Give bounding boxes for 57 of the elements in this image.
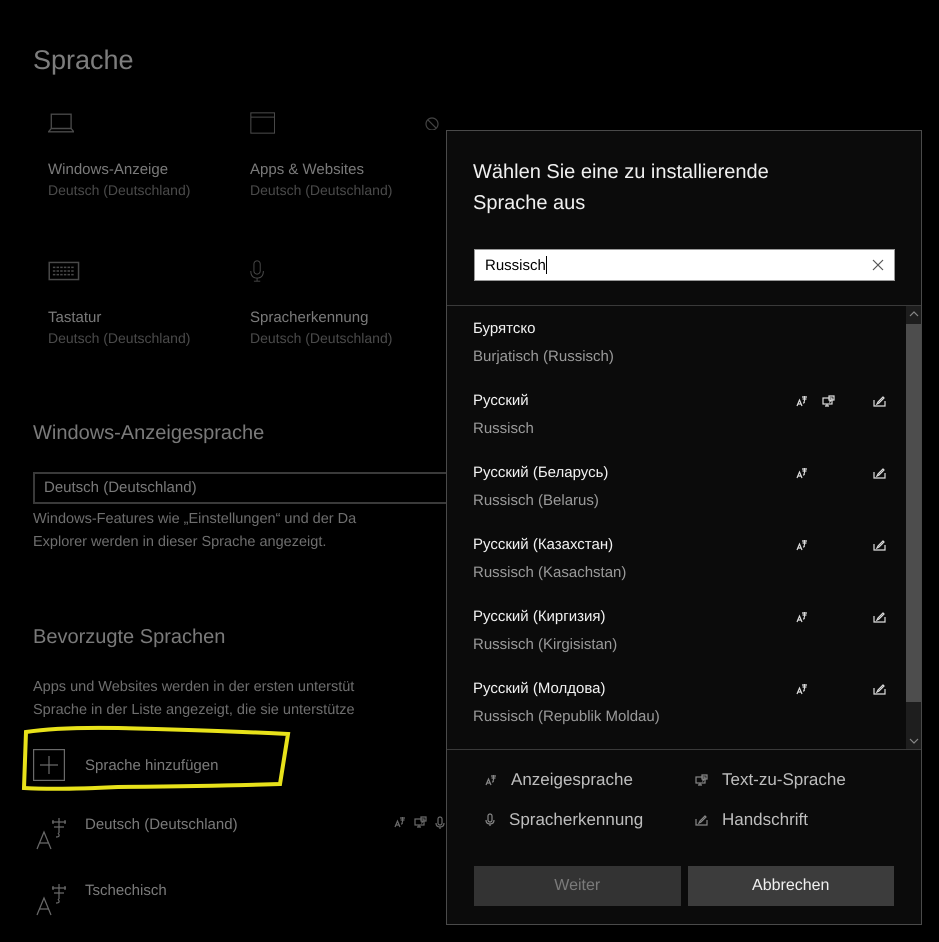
language-subtitle: Russisch (Republik Moldau) [473,707,661,727]
browser-window-icon [250,112,276,134]
tile-value: Deutsch (Deutschland) [48,181,190,200]
language-subtitle: Russisch (Belarus) [473,491,600,511]
section-heading: Windows-Anzeigesprache [33,421,266,446]
cancel-button[interactable]: Abbrechen [688,866,894,906]
language-name: Русский (Беларусь) [473,463,610,483]
language-icon [35,816,67,850]
legend-label: Handschrift [722,810,808,830]
laptop-icon [48,112,74,134]
language-name: Русский [473,391,530,411]
language-subtitle: Russisch (Kirgisistan) [473,635,618,655]
language-option[interactable]: Русский (Казахстан) Russisch (Kasachstan) [447,533,906,605]
close-icon [872,259,884,271]
chevron-up-icon [908,310,918,318]
language-option[interactable]: Русский (Молдова) Russisch (Republik Moldau) [447,677,906,749]
monitor-speech-icon [695,774,708,786]
language-name: Русский (Молдова) [473,679,606,699]
language-subtitle: Russisch (Kasachstan) [473,563,628,583]
tile-label[interactable]: Windows-Anzeige [48,160,168,180]
description-text: Sprache in der Liste angezeigt, die sie unterstütze [33,701,356,720]
tile-value: Deutsch (Deutschland) [250,181,392,200]
dialog-title: Wählen Sie eine zu installierende Sprache aus [472,160,770,216]
language-item[interactable]: Deutsch (Deutschland) [33,800,445,866]
description-text: Apps und Websites werden in der ersten unterstüt [33,678,356,697]
chevron-down-icon [908,737,918,745]
language-option[interactable]: Русский (Киргизия) Russisch (Kirgisistan) [447,605,906,677]
tile-label[interactable]: Tastatur [48,308,102,328]
microphone-icon [250,260,264,282]
language-subtitle: Burjatisch (Russisch) [473,347,615,367]
language-name: Русский (Казахстан) [473,535,614,555]
section-heading: Bevorzugte Sprachen [33,625,226,650]
page-title: Sprache [33,44,135,76]
language-subtitle: Russisch [473,419,535,439]
plus-icon [33,749,65,781]
microphone-icon [485,813,495,827]
tile-label[interactable]: Apps & Websites [250,160,364,180]
language-icon [485,774,497,786]
language-icon [35,882,67,916]
description-text: Explorer werden in dieser Sprache angezeigt. [33,533,328,552]
language-name: Русский (Киргизия) [473,607,607,627]
language-item[interactable]: Tschechisch [33,866,445,932]
language-option[interactable]: Русский Russisch [447,389,906,461]
legend-label: Spracherkennung [509,810,644,830]
language-name: Deutsch (Deutschland) [85,816,238,833]
language-option[interactable]: Бурятско Burjatisch (Russisch) [447,317,906,389]
tile-value: Deutsch (Deutschland) [250,329,392,348]
search-field[interactable]: Russisch [474,249,895,281]
description-text: Windows-Features wie „Einstellungen“ und der Da [33,510,358,529]
legend-label: Anzeigesprache [511,770,633,790]
tile-label[interactable]: Spracherkennung [250,308,368,328]
legend-label: Text-zu-Sprache [722,770,846,790]
language-name: Бурятско [473,319,536,339]
language-name: Tschechisch [85,882,167,899]
keyboard-icon [48,260,80,282]
tile-value: Deutsch (Deutschland) [48,329,190,348]
handwriting-icon [695,814,708,826]
